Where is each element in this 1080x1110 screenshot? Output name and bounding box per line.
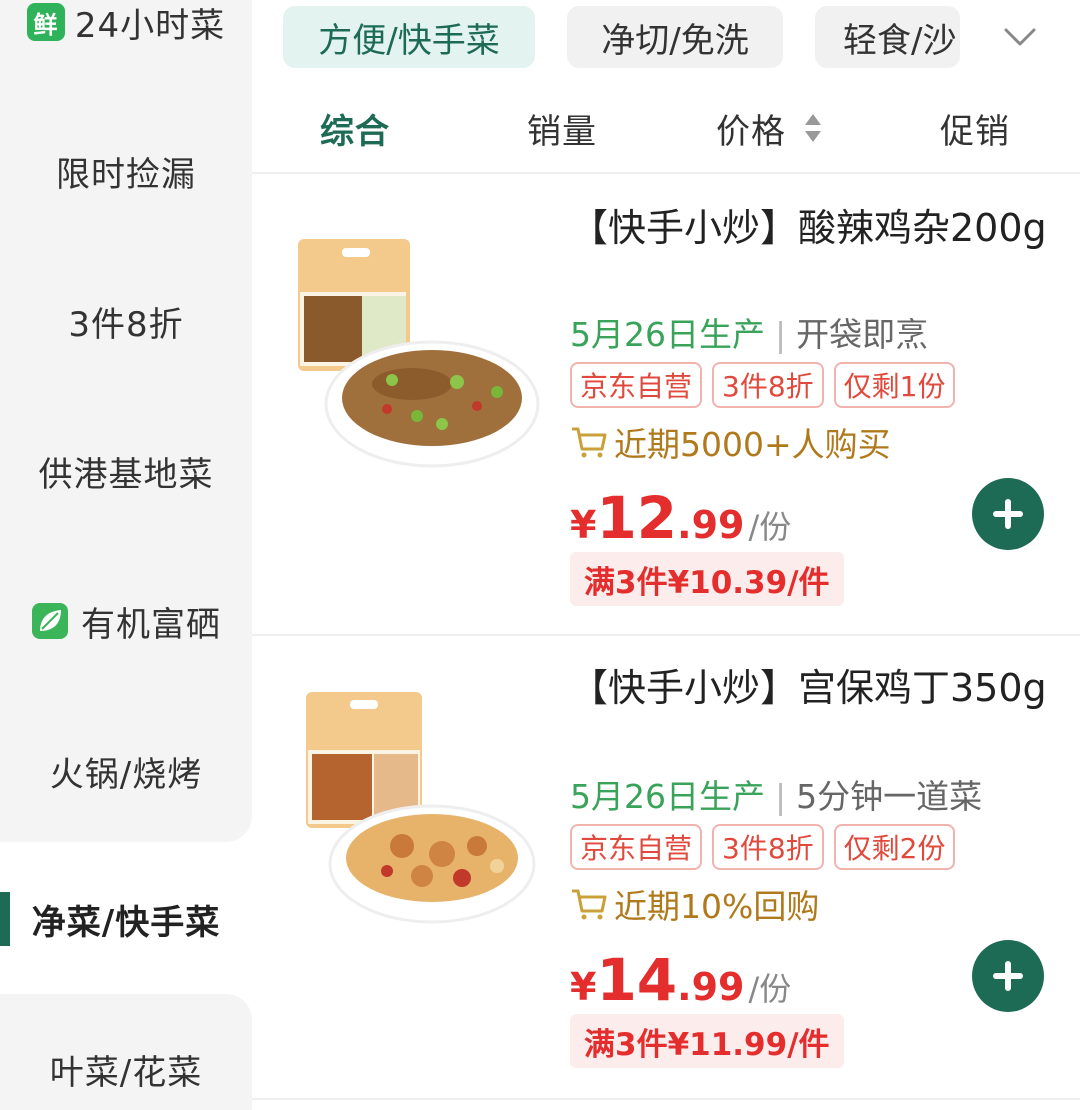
sidebar-item-discount[interactable]: 3件8折 xyxy=(0,296,252,346)
sort-arrows-icon[interactable] xyxy=(803,110,823,146)
sidebar-item-label: 3件8折 xyxy=(68,304,184,345)
price: ¥ 12 .99 /份 xyxy=(570,484,791,552)
promo-price: 满3件¥10.39/件 xyxy=(570,552,844,606)
cart-icon xyxy=(572,889,607,920)
product-image xyxy=(298,239,540,468)
leaf-icon xyxy=(32,603,68,639)
product-title[interactable]: 【快手小炒】宫保鸡丁350g xyxy=(570,664,1050,712)
product-title[interactable]: 【快手小炒】酸辣鸡杂200g xyxy=(570,204,1050,252)
product-card[interactable]: 【快手小炒】宫保鸡丁350g 5月26日生产 | 5分钟一道菜 京东自营 3件8折 … xyxy=(252,636,1080,1096)
divider xyxy=(252,1098,1080,1100)
plus-icon xyxy=(993,499,1023,529)
sort-sales[interactable]: 销量 xyxy=(527,104,597,153)
sidebar-item-quick-dish[interactable]: 净菜/快手菜 xyxy=(0,894,252,944)
sort-price[interactable]: 价格 xyxy=(716,104,786,153)
purchase-stat: 近期10%回购 xyxy=(570,880,819,928)
chip-label: 净切/免洗 xyxy=(601,20,749,61)
price-currency: ¥ xyxy=(570,965,597,1009)
add-to-cart-button[interactable] xyxy=(972,478,1044,550)
promo-price: 满3件¥11.99/件 xyxy=(570,1014,844,1068)
product-desc: 5分钟一道菜 xyxy=(796,777,983,816)
price-unit: /份 xyxy=(748,508,792,546)
tag-stock: 仅剩2份 xyxy=(833,824,956,870)
sidebar-item-label: 供港基地菜 xyxy=(38,454,214,495)
tag-discount: 3件8折 xyxy=(712,362,824,408)
tag-list: 京东自营 3件8折 仅剩1份 xyxy=(570,362,956,408)
sidebar-item-label: 叶菜/花菜 xyxy=(49,1052,203,1093)
chevron-down-icon[interactable] xyxy=(1000,20,1040,54)
tag-list: 京东自营 3件8折 仅剩2份 xyxy=(570,824,956,870)
product-card[interactable]: 【快手小炒】酸辣鸡杂200g 5月26日生产 | 开袋即烹 京东自营 3件8折 仅剩… xyxy=(252,174,1080,634)
plus-icon xyxy=(993,961,1023,991)
meta-separator: | xyxy=(775,315,787,354)
product-meta: 5月26日生产 | 开袋即烹 xyxy=(570,308,928,356)
meta-separator: | xyxy=(775,777,787,816)
product-desc: 开袋即烹 xyxy=(796,315,929,354)
sidebar-item-leafy-veg[interactable]: 叶菜/花菜 xyxy=(0,1044,252,1094)
purchase-stat-text: 近期10%回购 xyxy=(614,887,820,926)
purchase-stat: 近期5000+人购买 xyxy=(570,418,891,466)
category-sidebar: 鲜 24小时菜 限时捡漏 3件8折 供港基地菜 有机富硒 火锅/烧烤 净菜/快手… xyxy=(0,0,252,1110)
price-integer: 12 xyxy=(596,484,678,552)
sidebar-item-label: 净菜/快手菜 xyxy=(31,902,221,943)
price-decimal: .99 xyxy=(677,503,745,547)
product-meta: 5月26日生产 | 5分钟一道菜 xyxy=(570,770,982,818)
price-unit: /份 xyxy=(748,970,792,1008)
sort-promotion[interactable]: 促销 xyxy=(940,104,1010,153)
tag-self-operated: 京东自营 xyxy=(570,362,703,408)
sidebar-item-24h[interactable]: 鲜 24小时菜 xyxy=(0,0,252,46)
fresh-badge-icon: 鲜 xyxy=(26,3,65,41)
tag-discount: 3件8折 xyxy=(712,824,824,870)
sidebar-item-hk-base[interactable]: 供港基地菜 xyxy=(0,446,252,496)
sidebar-item-label: 24小时菜 xyxy=(74,5,226,46)
price-integer: 14 xyxy=(596,946,678,1014)
chip-label: 方便/快手菜 xyxy=(318,20,500,61)
production-date: 5月26日生产 xyxy=(570,777,765,816)
sidebar-item-label: 有机富硒 xyxy=(81,604,221,645)
sidebar-item-label: 限时捡漏 xyxy=(56,154,196,195)
sidebar-item-flash-deal[interactable]: 限时捡漏 xyxy=(0,146,252,196)
category-chip-light-meal[interactable]: 轻食/沙 xyxy=(815,6,960,68)
price-decimal: .99 xyxy=(677,965,745,1009)
add-to-cart-button[interactable] xyxy=(972,940,1044,1012)
category-chip-precut[interactable]: 净切/免洗 xyxy=(567,6,783,68)
sidebar-item-organic[interactable]: 有机富硒 xyxy=(0,596,252,646)
tag-self-operated: 京东自营 xyxy=(570,824,703,870)
chip-label: 轻食/沙 xyxy=(843,20,957,61)
tag-stock: 仅剩1份 xyxy=(833,362,956,408)
price-currency: ¥ xyxy=(570,503,597,547)
purchase-stat-text: 近期5000+人购买 xyxy=(614,425,891,464)
production-date: 5月26日生产 xyxy=(570,315,765,354)
price: ¥ 14 .99 /份 xyxy=(570,946,791,1014)
sidebar-background xyxy=(0,0,252,842)
category-chip-quick-dish[interactable]: 方便/快手菜 xyxy=(283,6,535,68)
cart-icon xyxy=(572,427,607,458)
product-image xyxy=(306,692,536,924)
sidebar-item-label: 火锅/烧烤 xyxy=(49,754,203,795)
sort-comprehensive[interactable]: 综合 xyxy=(320,104,390,153)
sidebar-item-hotpot[interactable]: 火锅/烧烤 xyxy=(0,746,252,796)
